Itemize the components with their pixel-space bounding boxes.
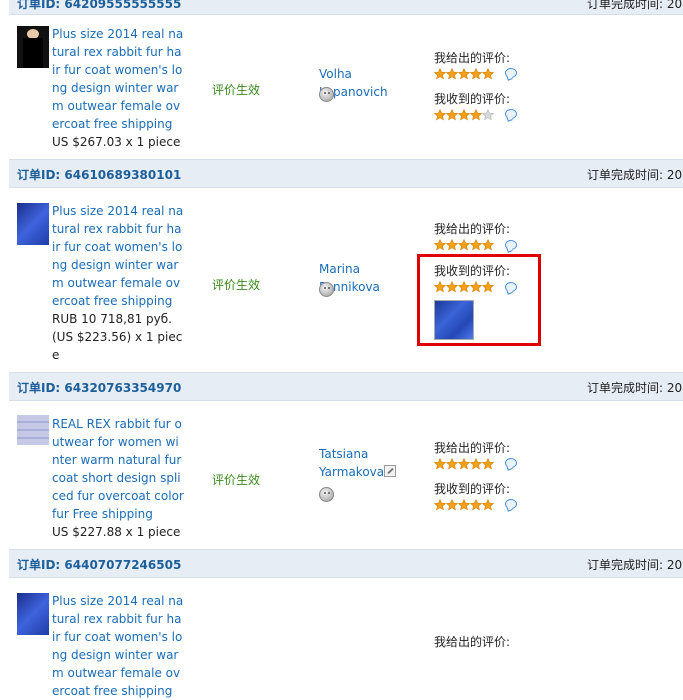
comment-bubble-icon[interactable] bbox=[505, 109, 517, 119]
star-filled-icon bbox=[470, 68, 482, 80]
given-review-label: 我给出的评价: bbox=[434, 51, 511, 65]
comment-bubble-icon[interactable] bbox=[505, 499, 517, 509]
star-filled-icon bbox=[446, 499, 458, 511]
product-thumbnail[interactable] bbox=[17, 203, 49, 245]
star-filled-icon bbox=[470, 458, 482, 470]
star-filled-icon bbox=[470, 499, 482, 511]
given-rating-stars bbox=[434, 458, 494, 470]
star-filled-icon bbox=[434, 239, 446, 251]
order-id-label[interactable]: 订单ID: 64407077246505 bbox=[17, 556, 181, 573]
received-review-label: 我收到的评价: bbox=[434, 92, 511, 106]
order-id-label[interactable]: 订单ID: 64320763354970 bbox=[17, 379, 181, 396]
given-review-label: 我给出的评价: bbox=[434, 441, 511, 455]
review-status: 评价生效 bbox=[212, 473, 261, 487]
star-filled-icon bbox=[482, 68, 494, 80]
star-filled-icon bbox=[458, 458, 470, 470]
given-rating-stars bbox=[434, 239, 494, 251]
star-filled-icon bbox=[458, 499, 470, 511]
product-title-link[interactable]: Plus size 2014 real natural rex rabbit f… bbox=[52, 202, 184, 310]
star-filled-icon bbox=[482, 239, 494, 251]
highlight-box bbox=[417, 254, 541, 346]
edit-icon[interactable] bbox=[384, 465, 396, 477]
received-rating-stars bbox=[434, 109, 494, 121]
given-review-label: 我给出的评价: bbox=[434, 635, 511, 649]
comment-bubble-icon[interactable] bbox=[505, 68, 517, 78]
product-thumbnail[interactable] bbox=[17, 26, 49, 68]
buyer-face-icon[interactable] bbox=[319, 282, 334, 297]
order-completion-time: 订单完成时间: 201 bbox=[587, 168, 683, 182]
comment-bubble-icon[interactable] bbox=[505, 458, 517, 468]
star-filled-icon bbox=[446, 239, 458, 251]
star-filled-icon bbox=[482, 499, 494, 511]
star-filled-icon bbox=[434, 499, 446, 511]
star-filled-icon bbox=[458, 68, 470, 80]
order-id-label[interactable]: 订单ID: 64610689380101 bbox=[17, 166, 181, 183]
buyer-name-link[interactable]: Volha Lapanovich bbox=[319, 65, 419, 101]
star-filled-icon bbox=[446, 68, 458, 80]
received-review-label: 我收到的评价: bbox=[434, 482, 511, 496]
order-id-label[interactable]: 订单ID: 64209555555555 bbox=[17, 0, 181, 12]
review-status: 评价生效 bbox=[212, 278, 261, 292]
given-rating-stars bbox=[434, 68, 494, 80]
star-filled-icon bbox=[446, 109, 458, 121]
order-header-bar: 订单ID: 64320763354970 订单完成时间: 201 bbox=[9, 372, 683, 401]
star-filled-icon bbox=[434, 458, 446, 470]
star-empty-icon bbox=[482, 109, 494, 121]
comment-bubble-icon[interactable] bbox=[505, 240, 517, 250]
buyer-name-link[interactable]: Marina Pannikova bbox=[319, 260, 419, 296]
product-title-link[interactable]: Plus size 2014 real natural rex rabbit f… bbox=[52, 25, 184, 133]
buyer-face-icon[interactable] bbox=[319, 487, 334, 502]
order-header-bar: 订单ID: 64610689380101 订单完成时间: 201 bbox=[9, 159, 683, 188]
order-price: US $227.88 x 1 piece bbox=[52, 525, 181, 539]
star-filled-icon bbox=[446, 458, 458, 470]
product-title-link[interactable]: Plus size 2014 real natural rex rabbit f… bbox=[52, 592, 184, 700]
star-filled-icon bbox=[458, 109, 470, 121]
order-completion-time: 订单完成时间: 201 bbox=[587, 0, 683, 11]
product-title-link[interactable]: REAL REX rabbit fur outwear for women wi… bbox=[52, 415, 184, 523]
star-filled-icon bbox=[458, 239, 470, 251]
star-filled-icon bbox=[434, 109, 446, 121]
order-header-bar: 订单ID: 64209555555555 订单完成时间: 201 bbox=[9, 0, 683, 15]
star-filled-icon bbox=[482, 458, 494, 470]
star-filled-icon bbox=[470, 239, 482, 251]
buyer-face-icon[interactable] bbox=[319, 87, 334, 102]
order-header-bar: 订单ID: 64407077246505 订单完成时间: 201 bbox=[9, 549, 683, 578]
buyer-name-link[interactable]: Tatsiana Yarmakova bbox=[319, 445, 385, 481]
review-status: 评价生效 bbox=[212, 83, 261, 97]
order-price: US $267.03 x 1 piece bbox=[52, 135, 181, 149]
star-filled-icon bbox=[470, 109, 482, 121]
received-rating-stars bbox=[434, 499, 494, 511]
product-thumbnail[interactable] bbox=[17, 415, 49, 445]
order-completion-time: 订单完成时间: 201 bbox=[587, 381, 683, 395]
product-thumbnail[interactable] bbox=[17, 593, 49, 635]
order-price: RUB 10 718,81 руб. (US $223.56) x 1 piec… bbox=[52, 312, 183, 362]
star-filled-icon bbox=[434, 68, 446, 80]
order-completion-time: 订单完成时间: 201 bbox=[587, 558, 683, 572]
given-review-label: 我给出的评价: bbox=[434, 222, 511, 236]
